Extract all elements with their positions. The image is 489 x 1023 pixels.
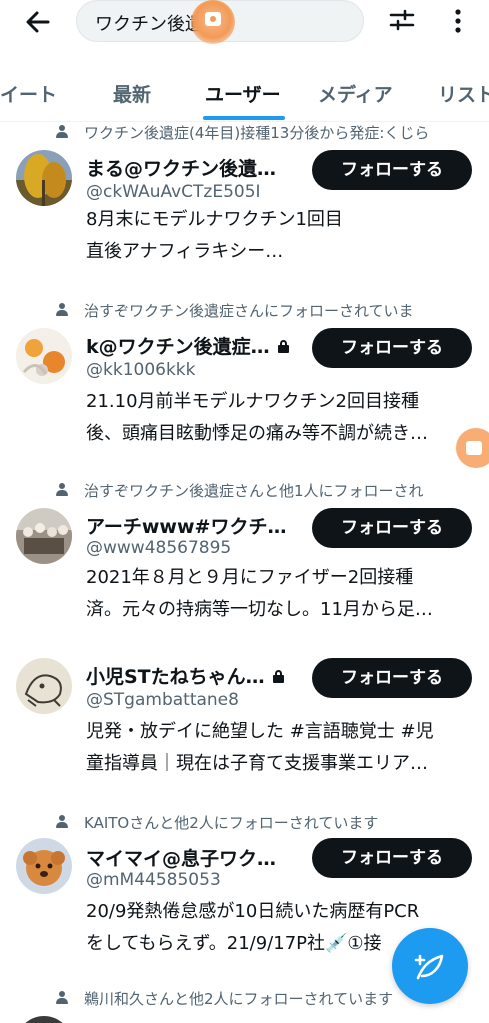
more-options-icon[interactable] [446, 4, 470, 38]
back-arrow-icon[interactable] [20, 4, 56, 40]
user-display-name[interactable]: マイマイ@息子ワク… [86, 844, 276, 871]
compose-feather-icon [414, 954, 444, 980]
social-context: KAITOさんと他2人にフォローされています [56, 812, 481, 832]
follow-button[interactable]: フォローする [312, 508, 472, 548]
user-display-name[interactable]: アーチwww#ワクチ… [86, 512, 286, 539]
user-handle[interactable]: @mM44585053 [86, 870, 221, 890]
user-bio: 8月末にモデルナワクチン1回目 直後アナフィラキシー… [86, 209, 343, 262]
avatar[interactable] [16, 150, 72, 206]
user-display-name[interactable]: k@ワクチン後遺症… [86, 332, 289, 359]
follow-button[interactable]: フォローする [312, 150, 472, 190]
user-handle[interactable]: @ckWAuAvCTzE505I [86, 182, 261, 202]
search-tabs: イート 最新 ユーザー メディア リスト [0, 62, 489, 122]
user-bio: 21.10月前半モデルナワクチン2回目接種 後、頭痛目眩動悸足の痛み等不調が続き… [86, 391, 428, 444]
avatar[interactable] [16, 838, 72, 894]
avatar[interactable] [16, 1016, 72, 1023]
active-tab-indicator [203, 116, 285, 120]
tab-lists[interactable]: リスト [438, 80, 489, 107]
tab-users[interactable]: ユーザー [205, 80, 281, 107]
tab-media[interactable]: メディア [318, 80, 393, 107]
person-icon [56, 303, 68, 317]
screen-recorder-side-icon[interactable] [456, 428, 489, 468]
compose-tweet-button[interactable] [392, 928, 468, 1004]
tab-top-tweets[interactable]: イート [0, 80, 57, 107]
user-display-name[interactable]: 小児STたねちゃん… [86, 662, 284, 689]
avatar[interactable] [16, 658, 72, 714]
social-context: 治すぞワクチン後遺症さんと他1人にフォローされ [56, 480, 481, 500]
user-handle[interactable]: @www48567895 [86, 538, 231, 558]
follow-button[interactable]: フォローする [312, 328, 472, 368]
person-icon [56, 815, 68, 829]
person-icon [56, 125, 68, 139]
lock-icon [272, 670, 284, 683]
search-filter-icon[interactable] [388, 6, 416, 34]
tab-latest[interactable]: 最新 [113, 80, 151, 107]
person-icon [56, 483, 68, 497]
follow-button[interactable]: フォローする [312, 658, 472, 698]
user-handle[interactable]: @STgambattane8 [86, 690, 239, 710]
social-context: 治すぞワクチン後遺症さんにフォローされていま [56, 300, 481, 320]
follow-button[interactable]: フォローする [312, 838, 472, 878]
lock-icon [277, 340, 289, 353]
avatar[interactable] [16, 328, 72, 384]
avatar[interactable] [16, 508, 72, 564]
screen-recorder-icon[interactable] [191, 0, 235, 44]
top-bar: ワクチン後遺症 [0, 0, 489, 50]
user-handle[interactable]: @kk1006kkk [86, 360, 196, 380]
person-icon [56, 991, 68, 1005]
user-bio: 2021年８月と９月にファイザー2回接種 済。元々の持病等一切なし。11月から足… [86, 567, 433, 620]
social-context: ワクチン後遺症(4年目)接種13分後から発症:くじら [56, 122, 481, 142]
user-display-name[interactable]: まる@ワクチン後遺… [86, 154, 276, 181]
user-bio: 児発・放デイに絶望した #言語聴覚士 #児 童指導員｜現在は子育て支援事業エリア… [86, 721, 434, 774]
